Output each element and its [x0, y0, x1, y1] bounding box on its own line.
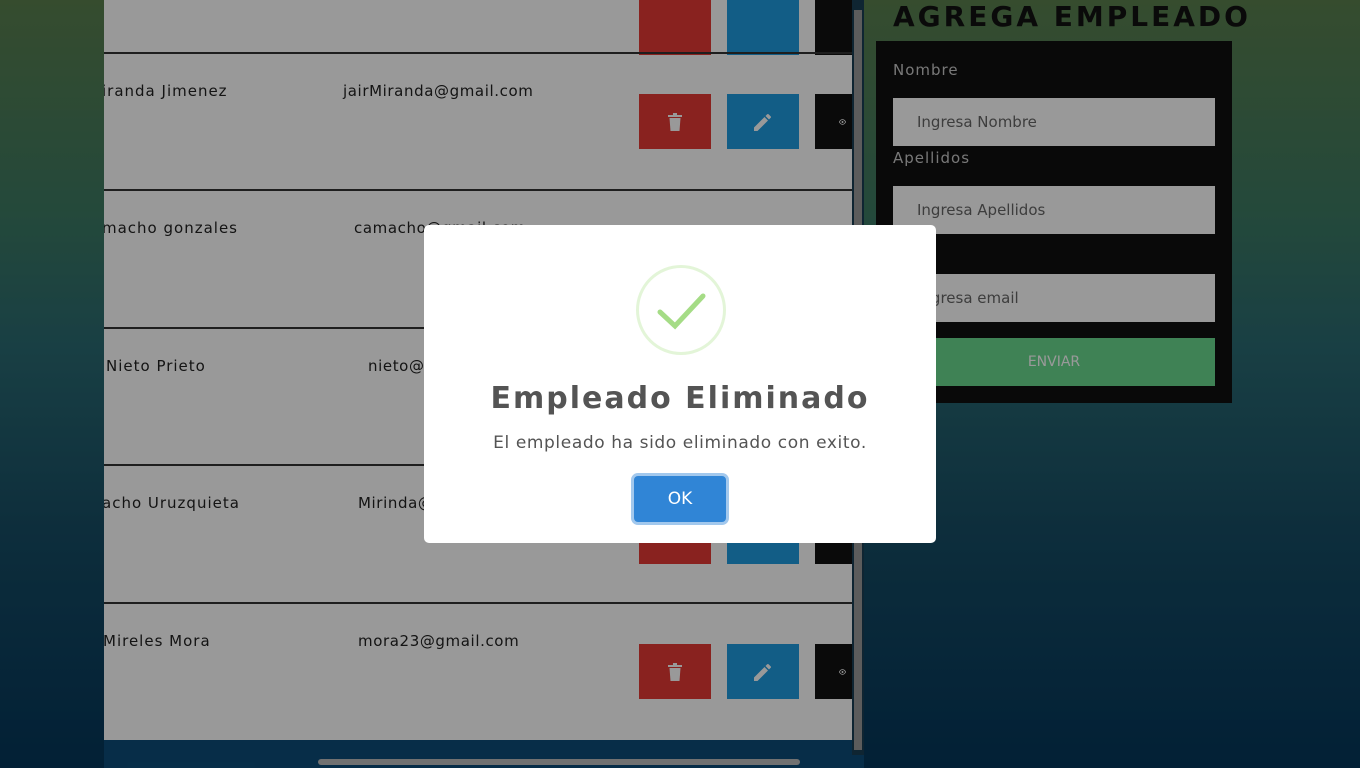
success-dialog: Empleado Eliminado El empleado ha sido e…	[424, 225, 936, 543]
ok-button[interactable]: OK	[634, 476, 726, 522]
success-ring	[636, 265, 726, 355]
checkmark-icon	[657, 293, 706, 330]
dialog-message: El empleado ha sido eliminado con exito.	[493, 433, 867, 453]
dialog-title: Empleado Eliminado	[490, 381, 870, 416]
